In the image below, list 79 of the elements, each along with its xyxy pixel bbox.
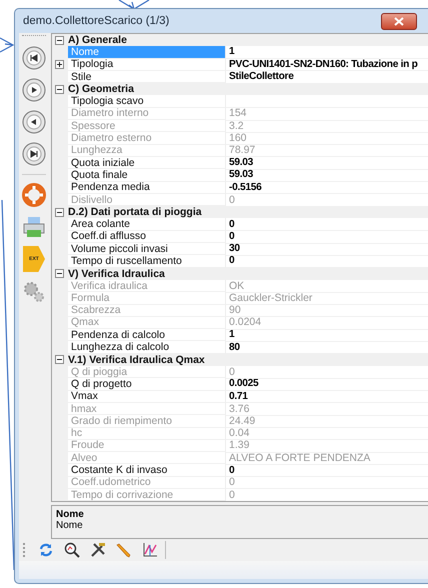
- first-button[interactable]: [20, 44, 48, 72]
- property-value: OK: [229, 280, 244, 292]
- property-value: 0: [229, 230, 234, 242]
- property-value: ALVEO A FORTE PENDENZA: [229, 452, 370, 464]
- property-value: 30: [229, 243, 240, 254]
- property-name[interactable]: Q di progetto: [68, 378, 226, 391]
- collapse-icon[interactable]: [55, 269, 64, 278]
- tools-icon: [90, 542, 106, 558]
- category-header[interactable]: A) Generale: [52, 34, 428, 46]
- property-value: 24.49: [229, 414, 256, 427]
- collapse-icon[interactable]: [55, 355, 64, 364]
- category-header[interactable]: D.2) Dati portata di pioggia: [52, 206, 428, 218]
- zoom-icon: [64, 542, 80, 558]
- property-value: 160: [229, 132, 247, 144]
- window-title: demo.CollettoreScarico (1/3): [22, 15, 170, 27]
- property-name[interactable]: Tipologia scavo: [68, 95, 226, 108]
- property-value: 0: [229, 476, 235, 488]
- category-header[interactable]: C) Geometria: [52, 83, 428, 96]
- property-name[interactable]: Coeff.di afflusso: [68, 230, 226, 244]
- property-name[interactable]: Costante K di invaso: [68, 464, 226, 477]
- property-value: 59.03: [229, 157, 253, 168]
- category-header[interactable]: V.1) Verifica Idraulica Qmax: [52, 354, 428, 366]
- property-value: 0.0025: [229, 378, 258, 390]
- gears-icon: [22, 279, 46, 303]
- description-text: Nome: [56, 520, 84, 531]
- property-value: 90: [229, 304, 241, 316]
- collapse-icon[interactable]: [55, 84, 64, 94]
- expand-icon[interactable]: [55, 60, 64, 70]
- property-value: 3.76: [229, 402, 250, 415]
- description-title: Nome: [56, 509, 85, 520]
- property-value: 0.71: [229, 390, 248, 402]
- lifebuoy-button[interactable]: [20, 181, 48, 209]
- property-value: StileCollettore: [229, 71, 294, 82]
- collapse-icon[interactable]: [55, 36, 64, 45]
- property-value: 0: [229, 194, 235, 206]
- property-value: 154: [229, 107, 247, 120]
- property-name[interactable]: Volume piccoli invasi: [68, 243, 226, 256]
- property-value: 0.04: [229, 427, 250, 440]
- property-value: Gauckler-Strickler: [229, 292, 312, 304]
- pencil-icon: [116, 542, 132, 558]
- property-value: 0: [229, 488, 235, 501]
- property-value: 0: [229, 218, 234, 230]
- property-value: 1: [229, 46, 234, 58]
- property-name[interactable]: Quota iniziale: [68, 156, 226, 170]
- last-button[interactable]: [20, 140, 48, 168]
- property-value: 1.39: [229, 439, 250, 452]
- back-icon: [22, 110, 46, 134]
- property-name[interactable]: Quota finale: [68, 169, 226, 182]
- property-value: 0.0204: [229, 316, 262, 328]
- property-value: 59.03: [229, 169, 253, 180]
- refresh-icon: [38, 542, 54, 558]
- property-value: 78.97: [229, 144, 256, 156]
- skip-icon: [22, 142, 46, 166]
- property-name[interactable]: Vmax: [68, 390, 226, 403]
- property-name[interactable]: Tipologia: [68, 58, 226, 71]
- property-value: 80: [229, 342, 240, 353]
- property-value: 1: [229, 329, 234, 340]
- close-button[interactable]: [381, 12, 417, 30]
- property-value: 0: [229, 464, 234, 476]
- property-value: -0.5156: [229, 182, 262, 193]
- next-button[interactable]: [20, 76, 48, 104]
- property-value: 0: [229, 255, 234, 266]
- property-name[interactable]: Pendenza media: [68, 182, 226, 194]
- property-value: 0: [229, 366, 235, 378]
- printer-icon: [22, 215, 46, 239]
- arrow-icon: [0, 37, 14, 53]
- play-icon: [22, 78, 46, 102]
- property-value: 3.2: [229, 120, 244, 132]
- prev-button[interactable]: [20, 108, 48, 136]
- property-value: PVC-UNI1401-SN2-DN160: Tubazione in p: [229, 58, 418, 70]
- chart-icon: [142, 542, 158, 558]
- collapse-icon[interactable]: [55, 208, 64, 217]
- lifebuoy-icon: [22, 183, 46, 207]
- arrow-icon: [118, 0, 150, 10]
- close-icon: [394, 16, 404, 26]
- property-name[interactable]: Area colante: [68, 218, 226, 231]
- skip-icon: [22, 46, 46, 70]
- property-name[interactable]: Pendenza di calcolo: [68, 329, 226, 342]
- category-header[interactable]: V) Verifica Idraulica: [52, 268, 428, 280]
